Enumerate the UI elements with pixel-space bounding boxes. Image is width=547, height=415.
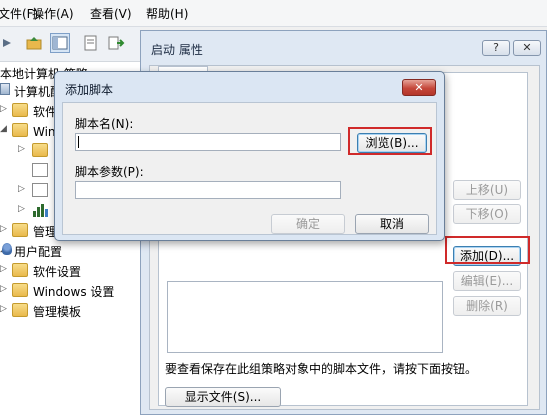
expand-arrow-icon[interactable]: ▷ <box>18 184 28 194</box>
remove-button[interactable]: 删除(R) <box>453 296 521 316</box>
tree-item-label: 软件设置 <box>33 265 82 279</box>
folder-icon <box>32 143 48 157</box>
dialog-body: 脚本名(N): 浏览(B)... 脚本参数(P): 确定 取消 <box>62 102 437 235</box>
expand-arrow-icon[interactable]: ▷ <box>18 204 28 214</box>
expand-arrow-icon[interactable]: ▷ <box>0 264 10 274</box>
expand-arrow-icon[interactable]: ▷ <box>18 144 28 154</box>
text-caret <box>78 136 79 148</box>
forward-arrow-icon[interactable] <box>0 33 18 53</box>
menu-help[interactable]: 帮助(H) <box>146 5 188 22</box>
help-button[interactable]: ? <box>482 40 510 56</box>
cancel-button[interactable]: 取消 <box>355 214 429 234</box>
expand-arrow-icon[interactable]: ▷ <box>0 104 10 114</box>
security-icon <box>32 183 48 197</box>
tree-item-label: 用户配置 <box>14 245 63 259</box>
folder-icon <box>12 223 28 237</box>
folder-open-icon <box>12 123 28 137</box>
dialog-title: 添加脚本 <box>65 83 114 97</box>
export-list-icon[interactable] <box>106 33 126 53</box>
menu-bar: 文件(F) 操作(A) 查看(V) 帮助(H) <box>0 0 547 27</box>
edit-button[interactable]: 编辑(E)... <box>453 271 521 291</box>
qos-chart-icon <box>32 203 48 217</box>
close-button[interactable]: ✕ <box>402 79 436 96</box>
folder-icon <box>12 263 28 277</box>
show-files-hint: 要查看保存在此组策略对象中的脚本文件，请按下面按钮。 <box>165 362 478 376</box>
move-down-button[interactable]: 下移(O) <box>453 204 521 224</box>
tree-item-label: 管理模板 <box>33 305 82 319</box>
toolbar <box>0 27 140 62</box>
expand-arrow-icon[interactable]: ▷ <box>0 284 10 294</box>
folder-icon <box>12 303 28 317</box>
user-icon <box>2 243 12 255</box>
computer-icon <box>0 83 10 95</box>
document-icon <box>32 163 48 177</box>
up-folder-icon[interactable] <box>24 33 44 53</box>
script-params-label: 脚本参数(P): <box>75 165 144 179</box>
ok-button[interactable]: 确定 <box>271 214 345 234</box>
highlight-browse-button <box>348 127 432 155</box>
expand-arrow-icon[interactable]: ▷ <box>0 304 10 314</box>
close-button[interactable]: ✕ <box>513 40 541 56</box>
collapse-arrow-icon[interactable]: ◢ <box>0 124 10 134</box>
script-name-label: 脚本名(N): <box>75 117 134 131</box>
move-up-button[interactable]: 上移(U) <box>453 180 521 200</box>
script-name-input[interactable] <box>75 133 341 151</box>
highlight-add-button <box>445 236 530 264</box>
folder-icon <box>12 103 28 117</box>
properties-icon[interactable] <box>80 33 100 53</box>
tree-item-label: Windows 设置 <box>33 285 115 299</box>
expand-arrow-icon[interactable]: ▷ <box>0 224 10 234</box>
show-files-button[interactable]: 显示文件(S)... <box>165 387 281 407</box>
show-tree-icon[interactable] <box>50 33 70 53</box>
folder-icon <box>12 283 28 297</box>
script-params-input[interactable] <box>75 181 341 199</box>
menu-action[interactable]: 操作(A) <box>32 5 74 22</box>
add-script-dialog: 添加脚本 ✕ 脚本名(N): 浏览(B)... 脚本参数(P): 确定 取消 <box>54 71 445 241</box>
scripts-list[interactable] <box>167 281 443 353</box>
menu-view[interactable]: 查看(V) <box>90 5 132 22</box>
dialog-title: 启动 属性 <box>151 43 203 57</box>
